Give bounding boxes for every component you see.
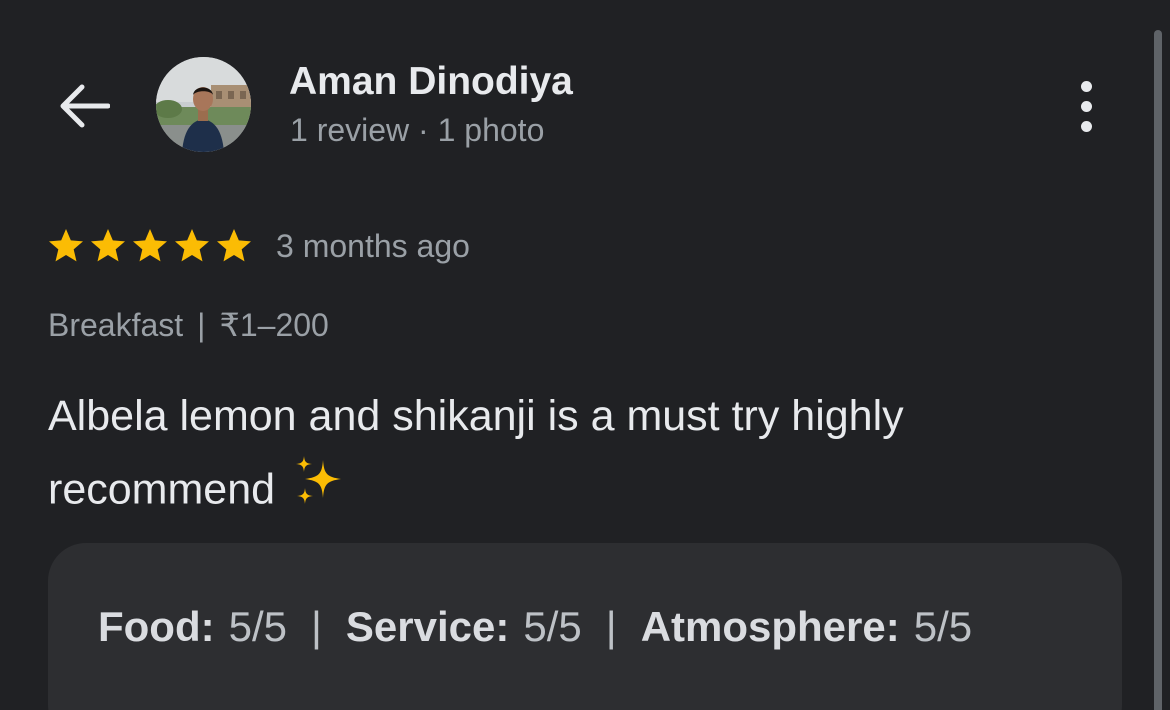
avatar-photo bbox=[156, 57, 251, 152]
food-value: 5/5 bbox=[228, 603, 287, 650]
review-body: Albela lemon and shikanji is a must try … bbox=[48, 392, 904, 514]
subrating-separator: | bbox=[605, 603, 617, 650]
atmosphere-label: Atmosphere: bbox=[640, 603, 900, 650]
subratings-row: Food: 5/5 | Service: 5/5 | Atmosphere: 5… bbox=[98, 603, 972, 651]
atmosphere-value: 5/5 bbox=[913, 603, 973, 650]
food-label: Food: bbox=[98, 603, 215, 650]
star-rating bbox=[46, 226, 254, 266]
review-detail-screen: Aman Dinodiya 1 review · 1 photo 3 month… bbox=[0, 0, 1170, 710]
star-icon bbox=[217, 229, 251, 262]
reviewer-header: Aman Dinodiya 1 review · 1 photo bbox=[0, 0, 1170, 190]
subrating-separator: | bbox=[311, 603, 322, 650]
more-vert-icon bbox=[1080, 80, 1092, 92]
service-value: 5/5 bbox=[523, 603, 582, 650]
back-arrow-icon bbox=[60, 84, 110, 128]
avatar[interactable] bbox=[156, 57, 251, 152]
back-button[interactable] bbox=[52, 76, 116, 136]
scrollbar[interactable] bbox=[1154, 30, 1162, 710]
service-label: Service: bbox=[345, 603, 510, 650]
review-text: Albela lemon and shikanji is a must try … bbox=[48, 380, 1108, 532]
more-vert-icon-dot bbox=[1080, 100, 1092, 112]
more-options-button[interactable] bbox=[1062, 74, 1110, 138]
sparkles-icon bbox=[289, 452, 347, 532]
review-time: 3 months ago bbox=[276, 227, 470, 264]
tag-separator: | bbox=[197, 306, 206, 343]
star-icon bbox=[175, 229, 209, 262]
star-icon bbox=[49, 229, 83, 262]
price-range-tag: ₹1–200 bbox=[219, 307, 329, 343]
star-icon bbox=[133, 229, 167, 262]
reviewer-meta: 1 review · 1 photo bbox=[290, 112, 545, 148]
meal-type-tag: Breakfast bbox=[48, 306, 184, 343]
star-icon bbox=[91, 229, 125, 262]
subratings-card: Food: 5/5 | Service: 5/5 | Atmosphere: 5… bbox=[48, 543, 1122, 710]
reviewer-name[interactable]: Aman Dinodiya bbox=[289, 60, 573, 104]
review-tags: Breakfast | ₹1–200 bbox=[48, 306, 329, 344]
rating-row: 3 months ago bbox=[46, 222, 470, 270]
more-vert-icon-dot bbox=[1080, 120, 1092, 132]
